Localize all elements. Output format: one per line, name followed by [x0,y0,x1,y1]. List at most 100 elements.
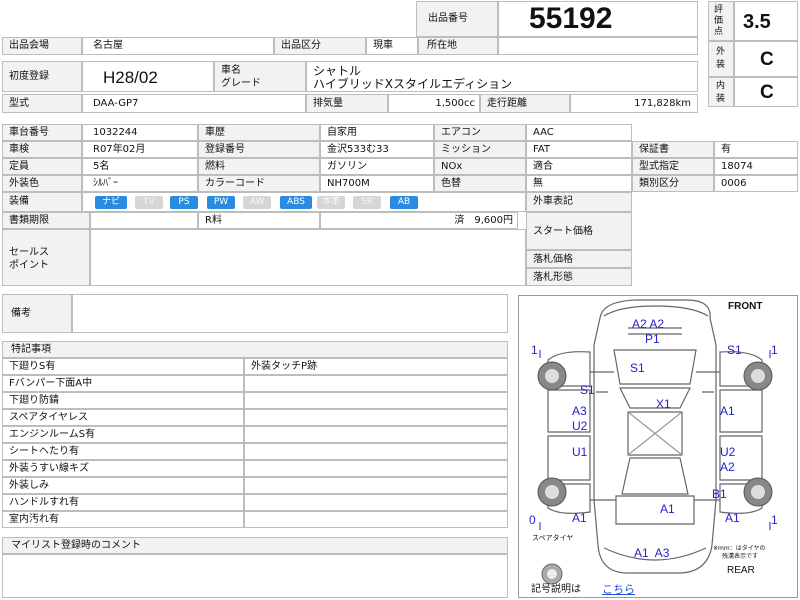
tire-note-1: ※mm：はタイヤの [713,545,766,552]
remark-row: スペアタイヤレス [2,409,244,426]
docs-cell [90,212,198,229]
remark-row: エンジンルームS有 [2,426,244,443]
mileage-cell: 171,828km [570,94,698,113]
mark-right-a2: A2 [720,460,735,474]
remark-text: エンジンルームS有 [9,429,96,440]
vehicle-name: シャトル [313,64,362,78]
start-price-label: スタート価格 [533,226,593,237]
mark-hood: S1 [630,361,645,375]
recycle-label: R料 [205,215,222,226]
category-label-cell: 出品区分 [274,37,366,55]
remark-row: 下廻り防錆 [2,392,244,409]
class-label: 類別区分 [639,178,679,189]
mark-rear-bumper: A1 A3 [634,546,670,560]
transmission-label-cell: ミッション [434,141,526,158]
color-code-label: カラーコード [205,178,265,189]
mark-right-a1: A1 [720,404,735,418]
nox-label-cell: NOx [434,158,526,175]
docs-label: 書類期限 [9,215,49,226]
fuel: ガソリン [327,161,367,172]
remark-side [244,426,508,443]
hammer-type-label-cell: 落札形態 [526,268,632,286]
transmission: FAT [533,144,551,155]
remark-text: 室内汚れ有 [9,514,59,525]
tire-note-2: 残溝表示です [722,553,759,560]
mileage-label: 走行距離 [487,98,527,109]
ac-label-cell: エアコン [434,124,526,141]
ac-cell: AAC [526,124,632,141]
history-cell: 自家用 [320,124,434,141]
location-label: 所在地 [427,40,457,51]
mark-left-s1-top: S1 [580,383,595,397]
remark-text: 外装しみ [9,480,49,491]
remark-side [244,494,508,511]
start-price-label-cell: スタート価格 [526,212,632,250]
mark-right-b1: B1 [712,487,727,501]
remark-text: スペアタイヤレス [9,412,88,423]
remark-text: 下廻り防錆 [9,395,59,406]
interior-grade: C [760,82,774,103]
capacity-label: 定員 [9,161,29,172]
score-value: 3.5 [743,11,771,33]
interior-cell: C [734,77,798,107]
history-label-cell: 車歴 [198,124,320,141]
equip-tv: TV [135,196,163,209]
remark-row: 外装しみ [2,477,244,494]
first-reg: H28/02 [103,68,158,87]
equipment-label-cell: 装備 [2,192,82,212]
equip-pw: PW [207,196,235,209]
history-label: 車歴 [205,127,225,138]
fuel-label: 燃料 [205,161,225,172]
recycle-cell: 済 9,600円 [320,212,518,229]
exterior-grade: C [760,49,774,70]
plate: 金沢533む33 [327,144,389,155]
mileage: 171,828km [634,98,691,109]
legend-link[interactable]: こちら [602,584,635,595]
model-cell: DAA-GP7 [82,94,306,113]
spare-label: スペアタイヤ [532,534,574,542]
class-code: 0006 [721,178,747,189]
mylist-comment-cell[interactable] [2,554,508,598]
nox-label: NOx [441,161,463,172]
remark-row: 室内汚れ有 [2,511,244,528]
grade-label: グレード [221,78,261,89]
docs-label-cell: 書類期限 [2,212,90,229]
score-cell: 3.5 [734,1,798,41]
category-label: 出品区分 [281,40,321,51]
remark-side [244,443,508,460]
mileage-label-cell: 走行距離 [480,94,570,113]
type-cert-label-cell: 型式指定 [632,158,714,175]
location-label-cell: 所在地 [418,37,498,55]
mark-roof: X1 [656,397,671,411]
type-cert-cell: 18074 [714,158,798,175]
mark-right-rear: A1 [725,511,740,525]
compliance-label-cell: 適合 [526,158,632,175]
remark-side [244,409,508,426]
compliance-label: 適合 [533,161,553,172]
front-label: FRONT [728,301,763,312]
remarks-title-cell: 特記事項 [2,341,508,358]
remark-row: シートへたり有 [2,443,244,460]
equip-sr: SR [353,196,381,209]
color-cell: ｼﾙﾊﾞｰ [82,175,198,192]
type-cert: 18074 [721,161,753,172]
mark-left-rear: A1 [572,511,587,525]
warranty-cell: 有 [714,141,798,158]
interior-label: 内装 [716,81,726,104]
interior-color-label-cell: 色替 [434,175,526,192]
lot-number-label: 出品番号 [428,13,468,24]
remark-side [244,392,508,409]
plate-label: 登録番号 [205,144,245,155]
name-label-cell: 車名 グレード [214,61,306,92]
chassis: 1032244 [93,127,138,138]
recycle-label-cell: R料 [198,212,320,229]
mylist-title-cell: マイリスト登録時のコメント [2,537,508,554]
first-reg-cell: H28/02 [82,61,214,92]
plate-label-cell: 登録番号 [198,141,320,158]
remark-row: ハンドルすれ有 [2,494,244,511]
remark-row: 下廻りS有 [2,358,244,375]
transmission-label: ミッション [441,144,491,155]
equip-aw: AW [243,196,271,209]
model: DAA-GP7 [93,98,139,109]
remark-row: Fバンパー下面A中 [2,375,244,392]
